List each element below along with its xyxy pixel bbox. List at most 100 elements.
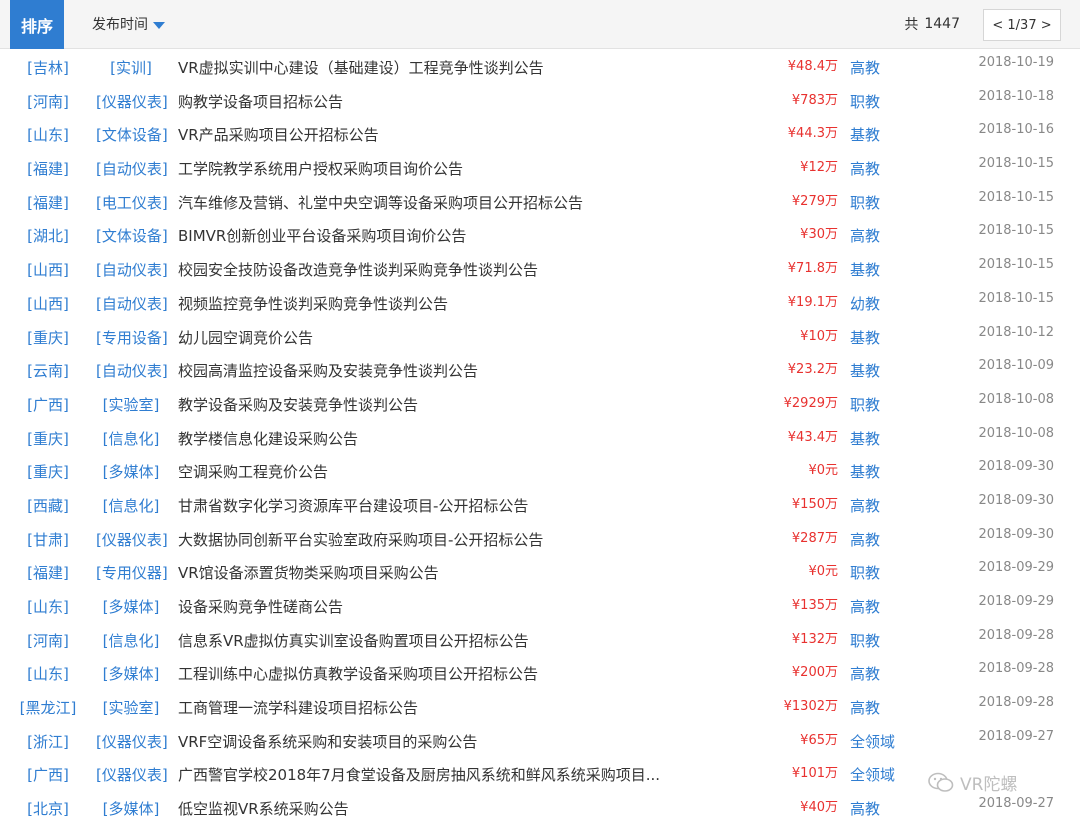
list-item[interactable]: [山东] [多媒体] 设备采购竞争性磋商公告 ¥135万 高教 2018-09-29 bbox=[0, 590, 1080, 624]
list-item[interactable]: [西藏] [信息化] 甘肃省数字化学习资源库平台建设项目-公开招标公告 ¥150万 高教… bbox=[0, 489, 1080, 523]
category-tag[interactable]: [信息化] bbox=[96, 428, 166, 449]
category-tag[interactable]: [自动仪表] bbox=[96, 259, 168, 280]
list-item[interactable]: [山西] [自动仪表] 视频监控竞争性谈判采购竞争性谈判公告 ¥19.1万 幼教 2018… bbox=[0, 287, 1080, 321]
category-tag[interactable]: [文体设备] bbox=[96, 225, 168, 246]
region-tag[interactable]: [山西] bbox=[18, 293, 78, 314]
category-tag[interactable]: [多媒体] bbox=[96, 461, 166, 482]
tender-title-link[interactable]: 教学设备采购及安装竞争性谈判公告 bbox=[178, 394, 418, 415]
list-item[interactable]: [吉林] [实训] VR虚拟实训中心建设（基础建设）工程竞争性谈判公告 ¥48.4万高… bbox=[0, 51, 1080, 85]
region-tag[interactable]: [北京] bbox=[18, 798, 78, 819]
education-level-tag[interactable]: 高教 bbox=[850, 158, 880, 179]
list-item[interactable]: [重庆] [多媒体] 空调采购工程竞价公告 ¥0元 基教 2018-09-30 bbox=[0, 455, 1080, 489]
tender-title-link[interactable]: 幼儿园空调竞价公告 bbox=[178, 327, 313, 348]
education-level-tag[interactable]: 高教 bbox=[850, 529, 880, 550]
category-tag[interactable]: [专用设备] bbox=[96, 327, 168, 348]
list-item[interactable]: [山东] [多媒体] 工程训练中心虚拟仿真教学设备采购项目公开招标公告 ¥200万 高教… bbox=[0, 657, 1080, 691]
education-level-tag[interactable]: 高教 bbox=[850, 495, 880, 516]
category-tag[interactable]: [仪器仪表] bbox=[96, 731, 168, 752]
education-level-tag[interactable]: 基教 bbox=[850, 124, 880, 145]
region-tag[interactable]: [山东] bbox=[18, 596, 78, 617]
education-level-tag[interactable]: 高教 bbox=[850, 596, 880, 617]
category-tag[interactable]: [实验室] bbox=[96, 697, 166, 718]
list-item[interactable]: [福建] [电工仪表] 汽车维修及营销、礼堂中央空调等设备采购项目公开招标公告 ¥27… bbox=[0, 186, 1080, 220]
education-level-tag[interactable]: 全领域 bbox=[850, 764, 895, 785]
category-tag[interactable]: [多媒体] bbox=[96, 798, 166, 819]
list-item[interactable]: [福建] [专用仪器] VR馆设备添置货物类采购项目采购公告 ¥0元 职教 2018-09… bbox=[0, 556, 1080, 590]
education-level-tag[interactable]: 高教 bbox=[850, 57, 880, 78]
region-tag[interactable]: [重庆] bbox=[18, 428, 78, 449]
category-tag[interactable]: [自动仪表] bbox=[96, 293, 168, 314]
region-tag[interactable]: [河南] bbox=[18, 91, 78, 112]
tender-title-link[interactable]: VR馆设备添置货物类采购项目采购公告 bbox=[178, 562, 439, 583]
tender-title-link[interactable]: 校园安全技防设备改造竞争性谈判采购竞争性谈判公告 bbox=[178, 259, 538, 280]
tender-title-link[interactable]: VR产品采购项目公开招标公告 bbox=[178, 124, 379, 145]
tender-title-link[interactable]: 汽车维修及营销、礼堂中央空调等设备采购项目公开招标公告 bbox=[178, 192, 583, 213]
tender-title-link[interactable]: 工商管理一流学科建设项目招标公告 bbox=[178, 697, 418, 718]
sort-button[interactable]: 排序 bbox=[10, 0, 64, 49]
pagination[interactable]: < 1/37 > bbox=[983, 9, 1061, 41]
education-level-tag[interactable]: 职教 bbox=[850, 192, 880, 213]
tender-title-link[interactable]: 教学楼信息化建设采购公告 bbox=[178, 428, 358, 449]
region-tag[interactable]: [甘肃] bbox=[18, 529, 78, 550]
tender-title-link[interactable]: 大数据协同创新平台实验室政府采购项目-公开招标公告 bbox=[178, 529, 543, 550]
region-tag[interactable]: [重庆] bbox=[18, 327, 78, 348]
list-item[interactable]: [湖北] [文体设备] BIMVR创新创业平台设备采购项目询价公告 ¥30万 高教 201… bbox=[0, 219, 1080, 253]
tender-title-link[interactable]: 工程训练中心虚拟仿真教学设备采购项目公开招标公告 bbox=[178, 663, 538, 684]
region-tag[interactable]: [云南] bbox=[18, 360, 78, 381]
tender-title-link[interactable]: 工学院教学系统用户授权采购项目询价公告 bbox=[178, 158, 463, 179]
category-tag[interactable]: [多媒体] bbox=[96, 663, 166, 684]
region-tag[interactable]: [河南] bbox=[18, 630, 78, 651]
list-item[interactable]: [黑龙江] [实验室] 工商管理一流学科建设项目招标公告 ¥1302万 高教 2018-0… bbox=[0, 691, 1080, 725]
region-tag[interactable]: [浙江] bbox=[18, 731, 78, 752]
list-item[interactable]: [重庆] [专用设备] 幼儿园空调竞价公告 ¥10万 基教 2018-10-12 bbox=[0, 321, 1080, 355]
region-tag[interactable]: [黑龙江] bbox=[18, 697, 78, 718]
category-tag[interactable]: [自动仪表] bbox=[96, 158, 168, 179]
education-level-tag[interactable]: 高教 bbox=[850, 697, 880, 718]
list-item[interactable]: [福建] [自动仪表] 工学院教学系统用户授权采购项目询价公告 ¥12万 高教 2018-… bbox=[0, 152, 1080, 186]
category-tag[interactable]: [信息化] bbox=[96, 630, 166, 651]
category-tag[interactable]: [文体设备] bbox=[96, 124, 168, 145]
category-tag[interactable]: [仪器仪表] bbox=[96, 764, 168, 785]
sort-by-publish-time[interactable]: 发布时间 bbox=[92, 0, 165, 48]
education-level-tag[interactable]: 基教 bbox=[850, 259, 880, 280]
region-tag[interactable]: [广西] bbox=[18, 764, 78, 785]
tender-title-link[interactable]: 空调采购工程竞价公告 bbox=[178, 461, 328, 482]
region-tag[interactable]: [湖北] bbox=[18, 225, 78, 246]
list-item[interactable]: [广西] [实验室] 教学设备采购及安装竞争性谈判公告 ¥2929万 职教 2018-10… bbox=[0, 388, 1080, 422]
region-tag[interactable]: [西藏] bbox=[18, 495, 78, 516]
tender-title-link[interactable]: VR虚拟实训中心建设（基础建设）工程竞争性谈判公告 bbox=[178, 57, 544, 78]
education-level-tag[interactable]: 全领域 bbox=[850, 731, 895, 752]
category-tag[interactable]: [仪器仪表] bbox=[96, 529, 168, 550]
list-item[interactable]: [河南] [信息化] 信息系VR虚拟仿真实训室设备购置项目公开招标公告 ¥132万 职教… bbox=[0, 624, 1080, 658]
tender-title-link[interactable]: 低空监视VR系统采购公告 bbox=[178, 798, 349, 819]
education-level-tag[interactable]: 幼教 bbox=[850, 293, 880, 314]
tender-title-link[interactable]: 甘肃省数字化学习资源库平台建设项目-公开招标公告 bbox=[178, 495, 528, 516]
education-level-tag[interactable]: 职教 bbox=[850, 91, 880, 112]
list-item[interactable]: [甘肃] [仪器仪表] 大数据协同创新平台实验室政府采购项目-公开招标公告 ¥287万… bbox=[0, 523, 1080, 557]
tender-title-link[interactable]: 视频监控竞争性谈判采购竞争性谈判公告 bbox=[178, 293, 448, 314]
education-level-tag[interactable]: 基教 bbox=[850, 360, 880, 381]
list-item[interactable]: [山西] [自动仪表] 校园安全技防设备改造竞争性谈判采购竞争性谈判公告 ¥71.8万… bbox=[0, 253, 1080, 287]
region-tag[interactable]: [山西] bbox=[18, 259, 78, 280]
list-item[interactable]: [广西] [仪器仪表] 广西警官学校2018年7月食堂设备及厨房抽风系统和鲜风系统采… bbox=[0, 758, 1080, 792]
region-tag[interactable]: [山东] bbox=[18, 663, 78, 684]
region-tag[interactable]: [福建] bbox=[18, 192, 78, 213]
list-item[interactable]: [河南] [仪器仪表] 购教学设备项目招标公告 ¥783万 职教 2018-10-18 bbox=[0, 85, 1080, 119]
category-tag[interactable]: [电工仪表] bbox=[96, 192, 168, 213]
category-tag[interactable]: [仪器仪表] bbox=[96, 91, 168, 112]
category-tag[interactable]: [实训] bbox=[96, 57, 166, 78]
tender-title-link[interactable]: 广西警官学校2018年7月食堂设备及厨房抽风系统和鲜风系统采购项目... bbox=[178, 764, 660, 785]
category-tag[interactable]: [实验室] bbox=[96, 394, 166, 415]
list-item[interactable]: [北京] [多媒体] 低空监视VR系统采购公告 ¥40万 高教 2018-09-27 bbox=[0, 792, 1080, 826]
region-tag[interactable]: [吉林] bbox=[18, 57, 78, 78]
tender-title-link[interactable]: VRF空调设备系统采购和安装项目的采购公告 bbox=[178, 731, 477, 752]
education-level-tag[interactable]: 高教 bbox=[850, 225, 880, 246]
list-item[interactable]: [山东] [文体设备] VR产品采购项目公开招标公告 ¥44.3万 基教 2018-10-… bbox=[0, 118, 1080, 152]
category-tag[interactable]: [专用仪器] bbox=[96, 562, 168, 583]
region-tag[interactable]: [重庆] bbox=[18, 461, 78, 482]
region-tag[interactable]: [福建] bbox=[18, 158, 78, 179]
education-level-tag[interactable]: 职教 bbox=[850, 562, 880, 583]
tender-title-link[interactable]: BIMVR创新创业平台设备采购项目询价公告 bbox=[178, 225, 466, 246]
list-item[interactable]: [云南] [自动仪表] 校园高清监控设备采购及安装竞争性谈判公告 ¥23.2万 基教 20… bbox=[0, 354, 1080, 388]
tender-title-link[interactable]: 校园高清监控设备采购及安装竞争性谈判公告 bbox=[178, 360, 478, 381]
